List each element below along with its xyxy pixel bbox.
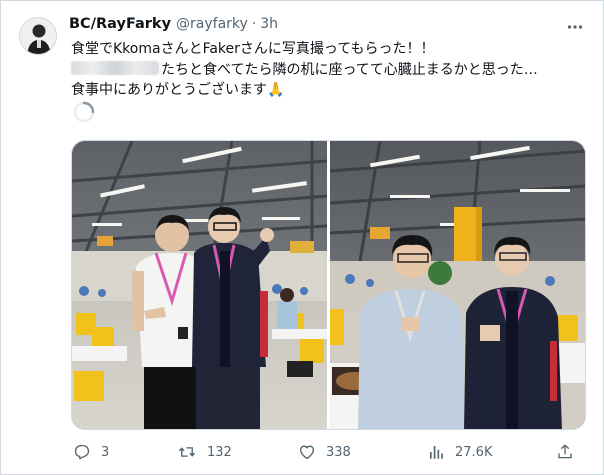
display-name[interactable]: BC/RayFarky [69, 16, 171, 32]
view-count: 27.6K [455, 444, 493, 460]
views-button[interactable]: 27.6K [427, 441, 492, 463]
tweet-card[interactable]: BC/RayFarky @rayfarky · 3h 食堂でKkomaさんとFa… [0, 0, 604, 475]
photo-left[interactable] [72, 141, 327, 429]
separator-dot: · [251, 16, 257, 32]
redacted-text [71, 60, 159, 75]
user-handle[interactable]: @rayfarky [176, 16, 248, 32]
avatar[interactable] [19, 17, 57, 55]
tweet-actions: 3 132 338 27.6K [69, 441, 589, 463]
tweet-line-3: 食事中にありがとうございます🙏 [71, 82, 285, 98]
share-icon [558, 444, 572, 459]
loading-spinner-icon [73, 101, 95, 123]
media-grid[interactable] [71, 140, 586, 430]
photo-right[interactable] [330, 141, 585, 429]
tweet-line-2-text: たちと食べてたら隣の机に座ってて心臓止まるかと思った… [161, 61, 538, 78]
cafeteria-photo-left [72, 141, 327, 429]
retweet-button[interactable]: 132 [177, 441, 232, 463]
reply-count: 3 [101, 444, 110, 460]
more-dots-icon [567, 25, 583, 29]
like-count: 338 [326, 444, 351, 460]
views-chart-icon [430, 446, 443, 459]
share-button[interactable] [556, 441, 574, 463]
reply-icon [74, 444, 90, 460]
heart-icon [299, 445, 315, 460]
tweet-header: BC/RayFarky @rayfarky · 3h [69, 16, 278, 36]
retweet-count: 132 [207, 444, 232, 460]
timestamp[interactable]: 3h [260, 16, 278, 32]
cafeteria-photo-right [330, 141, 585, 429]
retweet-icon [178, 447, 196, 457]
reply-button[interactable]: 3 [73, 441, 109, 463]
tweet-text: 食堂でKkomaさんとFakerさんに写真撮ってもらった！！ たちと食べてたら隣… [71, 39, 591, 101]
tweet-line-1: 食堂でKkomaさんとFakerさんに写真撮ってもらった！！ [71, 41, 435, 57]
more-options-button[interactable] [563, 15, 587, 39]
avatar-image [20, 18, 56, 54]
like-button[interactable]: 338 [298, 441, 351, 463]
tweet-line-2: たちと食べてたら隣の机に座ってて心臓止まるかと思った… [71, 60, 591, 81]
